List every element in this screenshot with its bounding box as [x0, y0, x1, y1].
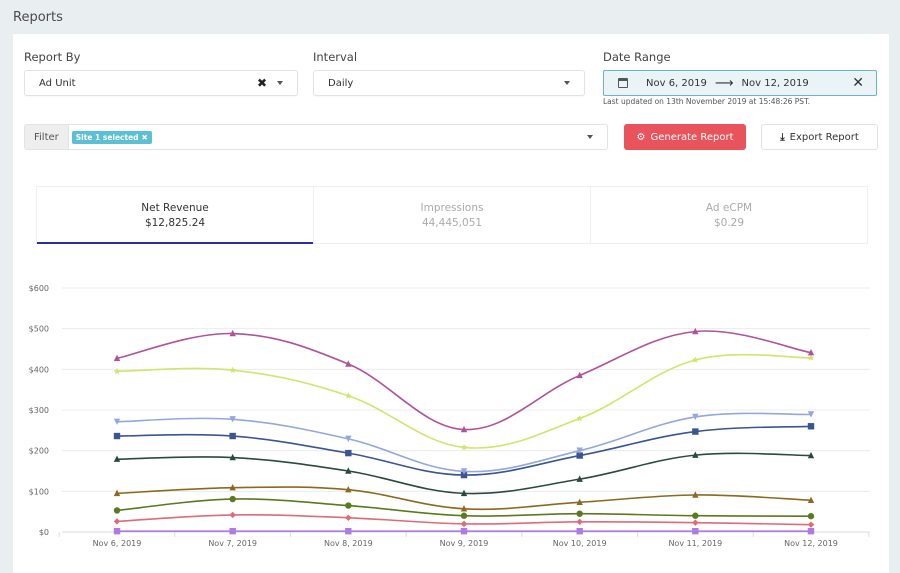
- data-point: [692, 519, 699, 526]
- data-point: [807, 512, 815, 520]
- data-point: [345, 527, 352, 535]
- data-point: [807, 521, 815, 528]
- data-point: [113, 527, 121, 535]
- data-point: [229, 527, 236, 535]
- data-point: [460, 512, 468, 519]
- data-point: [345, 514, 352, 521]
- revenue-line-chart: $0 $100 $200 $300 $400 $500 $600 Nov 6, 2019 Nov…: [29, 284, 870, 548]
- y-tick-label: $100: [29, 487, 49, 496]
- data-point: [113, 367, 121, 375]
- data-point: [113, 518, 121, 525]
- data-point: [692, 527, 699, 535]
- data-point: [807, 354, 815, 361]
- x-tick-label: Nov 11, 2019: [668, 539, 722, 548]
- data-point: [692, 512, 699, 519]
- data-point: [692, 428, 699, 435]
- x-tick-label: Nov 8, 2019: [324, 539, 373, 548]
- data-point: [691, 356, 699, 363]
- y-tick-label: $0: [39, 528, 49, 537]
- series-line: [116, 353, 812, 449]
- data-point: [113, 432, 121, 440]
- x-tick-label: Nov 9, 2019: [440, 539, 489, 548]
- y-tick-label: $300: [29, 406, 49, 415]
- data-point: [113, 507, 121, 514]
- y-tick-label: $600: [29, 284, 49, 293]
- data-point: [807, 527, 815, 535]
- x-tick-label: Nov 7, 2019: [208, 539, 257, 548]
- data-point: [576, 527, 583, 535]
- data-point: [229, 495, 236, 503]
- data-point: [345, 449, 352, 457]
- data-point: [345, 502, 352, 509]
- data-point: [344, 392, 352, 399]
- data-point: [229, 366, 237, 373]
- x-tick-label: Nov 12, 2019: [784, 539, 838, 548]
- data-point: [460, 527, 468, 535]
- y-tick-label: $400: [29, 365, 49, 374]
- data-point: [460, 520, 468, 528]
- y-tick-label: $200: [29, 447, 49, 456]
- series-line: [116, 412, 812, 473]
- data-point: [460, 443, 468, 451]
- data-point: [576, 518, 583, 526]
- y-tick-label: $500: [29, 325, 49, 334]
- x-tick-label: Nov 10, 2019: [553, 539, 607, 548]
- data-point: [807, 423, 815, 430]
- data-point: [576, 510, 583, 517]
- data-point: [229, 432, 236, 440]
- x-tick-label: Nov 6, 2019: [93, 539, 142, 548]
- data-point: [229, 511, 236, 519]
- data-point: [576, 415, 584, 422]
